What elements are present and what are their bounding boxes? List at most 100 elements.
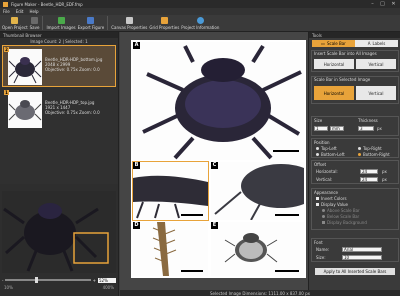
import-images-button[interactable]: Import Images [46,15,76,30]
offset-horizontal-unit: px [382,169,387,174]
offset-vertical-field[interactable]: 24 [360,177,378,182]
offset-vertical-label: Vertical: [316,177,333,182]
zoom-out-icon[interactable]: - [2,278,3,283]
zoom-slider[interactable] [5,277,91,283]
position-bottom-right-radio[interactable] [358,153,361,156]
zoom-slider-row: - + 52% [2,276,116,284]
zoom-in-icon[interactable]: + [93,278,96,283]
toolbar-separator [107,16,109,30]
figure-panel-b[interactable]: B [132,161,209,221]
below-scale-bar-radio[interactable] [322,215,325,218]
open-project-button[interactable]: Open Project [2,15,28,30]
position-top-left-radio[interactable] [316,147,319,150]
window-title: Figure Maker - Beetle_HDR_EDF.fmp [11,1,83,7]
zoom-slider-handle[interactable] [35,277,39,283]
export-figure-button[interactable]: Export Figure [78,15,104,30]
display-background-label: Display Background [327,220,367,225]
font-name-select[interactable]: Arial [342,247,382,252]
panel-label-e: E [211,222,218,229]
selected-horizontal-button[interactable]: Horizontal [314,86,354,100]
import-images-label: Import Images [46,25,76,30]
tab-labels[interactable]: A Labels [355,40,398,47]
font-size-label: Size: [316,255,326,260]
save-button[interactable]: Save [30,15,39,30]
maximize-button[interactable]: □ [379,1,386,7]
zoom-value-field[interactable]: 52% [98,277,116,283]
toolbar: Open Project Save Import Images Export F… [0,15,400,32]
zoom-min-label: 10% [4,285,13,290]
thumbnail-objective: Objective: 0.75x Zoom: 0.0 [45,67,100,72]
display-value-checkbox[interactable] [316,203,319,206]
figure-panel-d[interactable]: D [133,222,208,276]
selected-vertical-label: Vertical [368,90,384,96]
position-top-right-radio[interactable] [358,147,361,150]
thumbnail-browser: Thumbnail Browser Image Count: 2 | Selec… [0,32,119,184]
folder-icon [11,17,19,24]
close-button[interactable]: ✕ [390,1,397,7]
font-section: Font Name: Arial Size: 10 [311,238,399,262]
panel-label-a: A [133,42,140,49]
grid-properties-button[interactable]: Grid Properties [149,15,179,30]
thumbnail-image [8,49,42,85]
info-icon [196,17,204,24]
canvas-properties-button[interactable]: Canvas Properties [111,15,147,30]
apply-all-button[interactable]: Apply to All Inserted Scale Bars [315,268,395,275]
project-information-label: Project Information [181,25,220,30]
position-top-left-label: Top-Left [321,146,337,151]
figure-panel-e[interactable]: E [211,222,304,276]
size-title: Size [314,118,323,123]
navigator-view[interactable] [2,191,116,273]
above-scale-bar-radio[interactable] [322,209,325,212]
selected-horizontal-label: Horizontal [323,90,345,96]
image-count: Image Count: 2 | Selected: 1 [30,38,88,44]
invert-colors-label: Invert Colors [321,196,347,201]
font-name-label: Name: [316,247,330,252]
canvas-properties-label: Canvas Properties [111,25,148,30]
tools-tabs: ▭ Scale Bar A Labels [312,40,398,47]
insert-all-section: Insert Scale Bar into All Images Horizon… [311,50,399,72]
label-icon: A [367,41,371,46]
panel-label-b: B [133,162,140,169]
offset-vertical-unit: px [382,177,387,182]
thumbnail-item[interactable]: 2 Beetle_HDR-HDP_bottom.jpg 2048 x 2999 … [2,45,116,87]
insert-all-vertical-button[interactable]: Vertical [356,59,396,69]
menu-help[interactable]: Help [29,9,38,14]
project-information-button[interactable]: Project Information [181,15,219,30]
size-unit-select[interactable]: mm [330,126,344,131]
ruler-icon: ▭ [321,41,325,46]
insert-all-title: Insert Scale Bar into All Images [314,51,377,56]
appearance-section: Appearance Invert Colors Display Value A… [311,188,399,230]
status-bar: Selected Image Dimensions: 1111.00 x 837… [120,290,400,296]
thumbnail-browser-title: Thumbnail Browser [3,32,42,38]
figure-panel-a[interactable]: A [133,42,304,160]
minimize-button[interactable]: – [369,1,376,7]
selected-vertical-button[interactable]: Vertical [356,86,396,100]
menu-edit[interactable]: Edit [16,9,24,14]
position-bottom-left-label: Bottom-Left [321,152,345,157]
grid-properties-label: Grid Properties [149,25,180,30]
title-bar: Figure Maker - Beetle_HDR_EDF.fmp – □ ✕ [0,0,400,8]
thickness-value-field[interactable]: 3 [358,126,374,131]
menu-file[interactable]: File [3,9,10,14]
position-top-right-label: Top-Right [363,146,382,151]
thumbnail-item[interactable]: 1 Beetle_HDR-HDP_top.jpg 1921 x 1447 Obj… [2,88,116,130]
tools-header: Tools [309,32,400,38]
size-value-field[interactable]: 1 [314,126,328,131]
offset-horizontal-field[interactable]: 24 [360,169,378,174]
invert-colors-checkbox[interactable] [316,197,319,200]
tab-scale-bar[interactable]: ▭ Scale Bar [312,40,355,47]
figure-panel-c-top[interactable]: C [211,162,304,220]
tools-title: Tools [312,32,322,38]
position-bottom-left-radio[interactable] [316,153,319,156]
font-size-select[interactable]: 10 [342,255,382,260]
font-title: Font [314,240,323,245]
insert-all-vertical-label: Vertical [368,61,384,67]
insert-all-horizontal-label: Horizontal [323,61,345,67]
canvas-area: A B C D E [120,32,308,290]
position-title: Position [314,140,330,145]
grid-properties-icon [160,17,168,24]
thickness-title: Thickness [358,118,378,123]
display-background-checkbox[interactable] [322,221,325,224]
insert-all-horizontal-button[interactable]: Horizontal [314,59,354,69]
tab-labels-label: Labels [372,41,386,46]
